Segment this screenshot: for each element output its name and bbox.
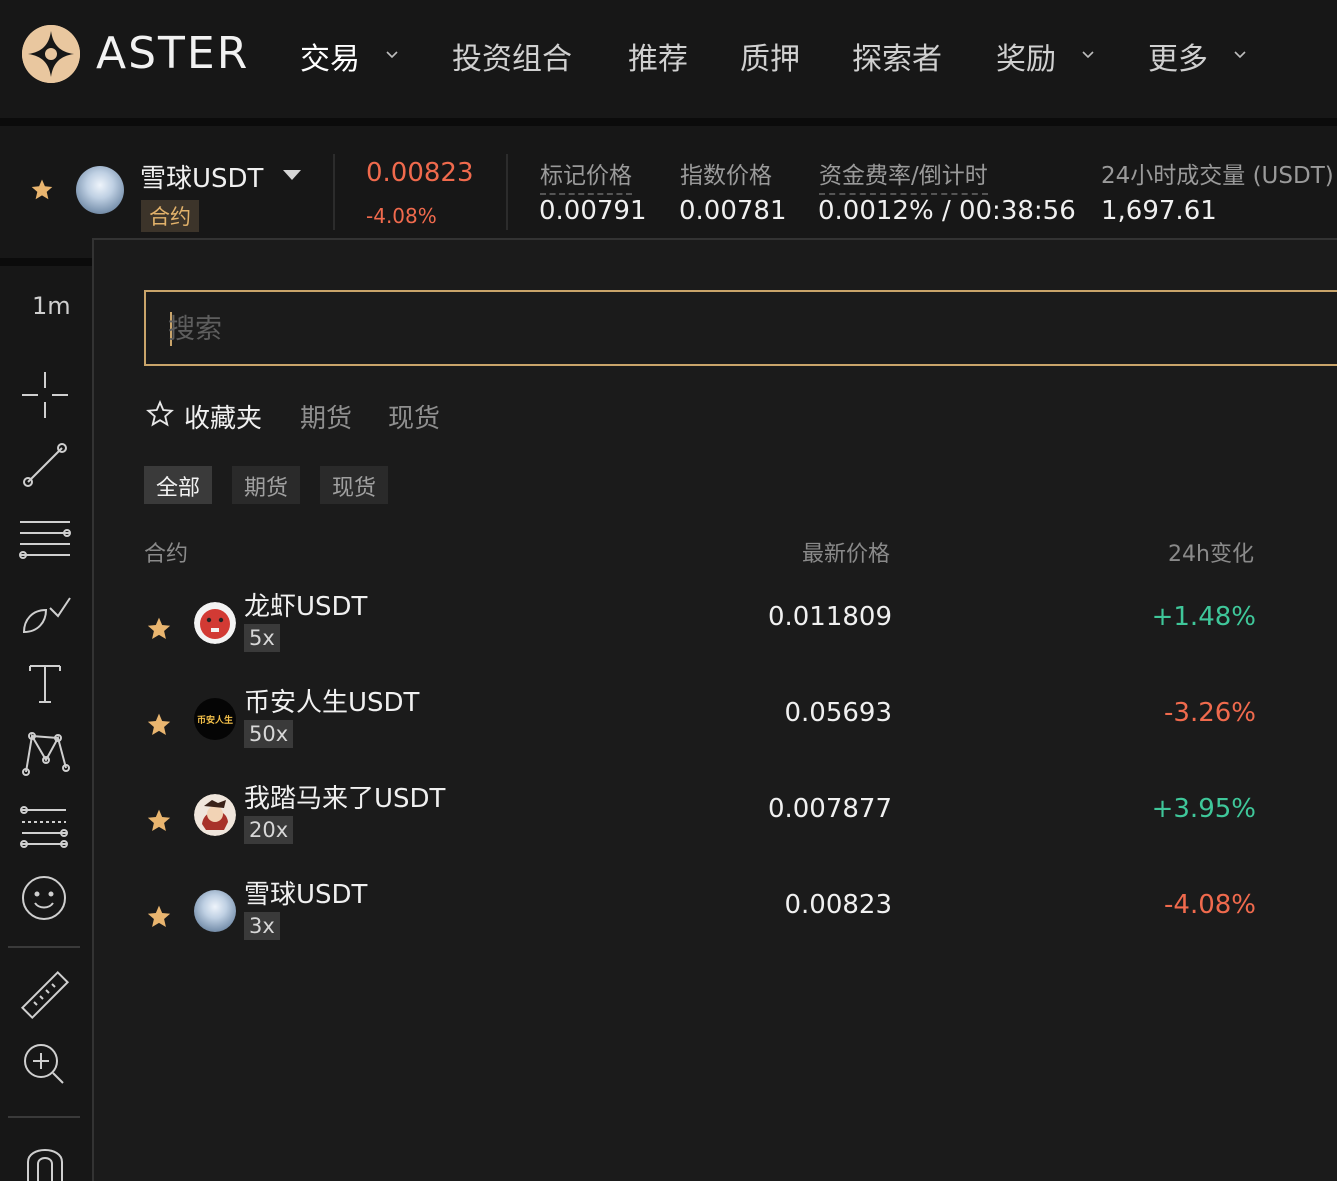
- crosshair-icon[interactable]: [18, 368, 72, 422]
- index-price-value: 0.00781: [679, 196, 787, 226]
- ruler-icon[interactable]: [18, 968, 72, 1022]
- contract-type-badge: 合约: [141, 200, 199, 232]
- chevron-down-icon[interactable]: [386, 48, 398, 60]
- brush-icon[interactable]: [18, 584, 72, 638]
- symbol-name: 我踏马来了USDT: [244, 784, 446, 814]
- nav-staking[interactable]: 质押: [740, 34, 800, 78]
- chevron-down-icon[interactable]: [1234, 48, 1246, 60]
- last-price: 0.00823: [784, 890, 892, 920]
- tab-favorites[interactable]: 收藏夹: [184, 398, 262, 435]
- nav-more[interactable]: 更多: [1148, 34, 1208, 78]
- timeframe-selector[interactable]: 1m: [32, 292, 71, 320]
- tab-spot[interactable]: 现货: [388, 398, 440, 435]
- search-box[interactable]: [144, 290, 1337, 366]
- favorite-star-icon[interactable]: [146, 712, 172, 738]
- volume-24h-label: 24小时成交量 (USDT): [1101, 163, 1334, 189]
- price-change-24h: -4.08%: [366, 204, 437, 228]
- funding-rate-value: 0.0012% / 00:38:56: [818, 196, 1076, 226]
- lobster-token-icon: [194, 602, 236, 644]
- funding-rate-label[interactable]: 资金费率/倒计时: [819, 156, 988, 195]
- leverage-badge: 5x: [244, 624, 280, 652]
- volume-24h-value: 1,697.61: [1101, 196, 1217, 226]
- search-input[interactable]: [168, 306, 1268, 352]
- favorite-star-icon[interactable]: [146, 904, 172, 930]
- market-row[interactable]: 龙虾USDT 5x 0.011809 +1.48%: [94, 586, 1337, 682]
- leverage-badge: 3x: [244, 912, 280, 940]
- market-row[interactable]: 雪球USDT 3x 0.00823 -4.08%: [94, 874, 1337, 970]
- chevron-down-icon[interactable]: [1082, 48, 1094, 60]
- snowball-token-icon: [194, 890, 236, 932]
- favorite-star-icon[interactable]: [30, 178, 54, 202]
- aster-logo-icon[interactable]: [22, 25, 80, 83]
- market-row[interactable]: 我踏马来了USDT 20x 0.007877 +3.95%: [94, 778, 1337, 874]
- toolbar-separator: [8, 1116, 80, 1118]
- last-price: 0.00823: [366, 158, 474, 188]
- toolbar-separator: [8, 946, 80, 948]
- pattern-icon[interactable]: [18, 726, 72, 780]
- tab-futures[interactable]: 期货: [300, 398, 352, 435]
- nav-referral[interactable]: 推荐: [628, 34, 688, 78]
- text-tool-icon[interactable]: [18, 656, 72, 710]
- last-price: 0.011809: [767, 602, 892, 632]
- nav-trade[interactable]: 交易: [300, 34, 360, 78]
- brand-name: ASTER: [96, 28, 250, 79]
- price-change: +3.95%: [1151, 794, 1256, 824]
- nav-explorer[interactable]: 探索者: [852, 34, 942, 78]
- nav-portfolio[interactable]: 投资组合: [452, 34, 572, 78]
- last-price: 0.007877: [767, 794, 892, 824]
- top-navbar: ASTER 交易 投资组合 推荐 质押 探索者 奖励 更多: [0, 0, 1337, 118]
- character-token-icon: [194, 794, 236, 836]
- favorite-star-icon[interactable]: [146, 808, 172, 834]
- mark-price-value: 0.00791: [539, 196, 647, 226]
- zoom-in-icon[interactable]: [18, 1038, 72, 1092]
- divider: [333, 154, 335, 230]
- market-row[interactable]: 币安人生 币安人生USDT 50x 0.05693 -3.26%: [94, 682, 1337, 778]
- index-price-label: 指数价格: [680, 163, 772, 189]
- drawing-toolbar: 1m: [0, 266, 92, 1181]
- symbol-name: 龙虾USDT: [244, 592, 368, 622]
- snowball-token-icon: [76, 166, 124, 214]
- column-header-change[interactable]: 24h变化: [1168, 536, 1254, 568]
- column-header-contract[interactable]: 合约: [144, 536, 188, 568]
- favorite-star-icon[interactable]: [146, 616, 172, 642]
- price-change: -3.26%: [1164, 698, 1256, 728]
- magnet-icon[interactable]: [18, 1136, 72, 1181]
- star-outline-icon: [146, 400, 174, 427]
- symbol-name[interactable]: 雪球USDT: [140, 158, 263, 195]
- caret-down-icon[interactable]: [282, 168, 302, 182]
- last-price: 0.05693: [784, 698, 892, 728]
- divider: [506, 154, 508, 230]
- trend-line-icon[interactable]: [18, 438, 72, 492]
- filter-spot[interactable]: 现货: [320, 466, 389, 504]
- symbol-name: 雪球USDT: [244, 880, 368, 910]
- column-header-last-price[interactable]: 最新价格: [802, 536, 890, 568]
- mark-price-label[interactable]: 标记价格: [540, 156, 632, 195]
- fib-retracement-icon[interactable]: [18, 800, 72, 854]
- leverage-badge: 20x: [244, 816, 294, 844]
- price-change: -4.08%: [1164, 890, 1256, 920]
- filter-all[interactable]: 全部: [144, 466, 213, 504]
- binance-life-token-icon: 币安人生: [194, 698, 236, 740]
- filter-futures[interactable]: 期货: [232, 466, 301, 504]
- leverage-badge: 50x: [244, 720, 294, 748]
- price-change: +1.48%: [1151, 602, 1256, 632]
- horizontal-lines-icon[interactable]: [18, 512, 72, 566]
- nav-rewards[interactable]: 奖励: [996, 34, 1056, 78]
- symbol-name: 币安人生USDT: [244, 688, 420, 718]
- emoji-icon[interactable]: [18, 870, 72, 924]
- market-selector-panel: 收藏夹 期货 现货 全部 期货 现货 合约 最新价格 24h变化 龙虾USDT …: [92, 238, 1337, 1181]
